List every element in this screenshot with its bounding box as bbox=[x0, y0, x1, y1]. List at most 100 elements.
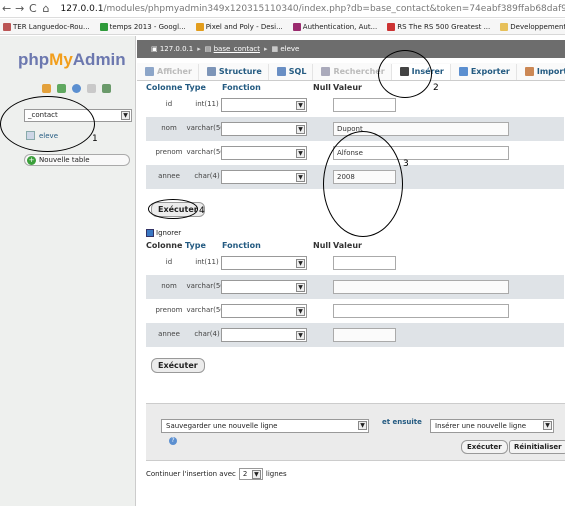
field-row-annee: annee char(4) ▼ bbox=[146, 323, 564, 347]
reload-icon[interactable]: C bbox=[26, 2, 39, 15]
function-select[interactable]: ▼ bbox=[221, 98, 307, 112]
bookmark-label: RS The RS 500 Greatest ... bbox=[397, 22, 491, 31]
chevron-down-icon: ▼ bbox=[358, 421, 367, 430]
header-type: Type bbox=[185, 83, 206, 92]
bookmark-item[interactable]: Developpement bbox=[497, 22, 565, 31]
structure-icon bbox=[206, 67, 216, 76]
address-bar[interactable]: 127.0.0.1/modules/phpmyadmin349x12031511… bbox=[61, 4, 565, 14]
function-select[interactable]: ▼ bbox=[221, 170, 307, 184]
annotation-circle-execute bbox=[148, 199, 198, 219]
chevron-down-icon: ▼ bbox=[251, 470, 261, 479]
docs-icon[interactable] bbox=[87, 84, 96, 93]
phpmyadmin-logo[interactable]: phpMyAdmin bbox=[18, 50, 126, 70]
tab-afficher[interactable]: Afficher bbox=[137, 63, 199, 80]
execute-all-button[interactable]: Exécuter bbox=[461, 440, 508, 454]
value-input-nom[interactable] bbox=[333, 280, 509, 294]
server-crumb[interactable]: ▣ 127.0.0.1 bbox=[151, 45, 193, 53]
field-row-id: id int(11) ▼ bbox=[146, 93, 564, 117]
sidebar-icons bbox=[42, 84, 111, 93]
chevron-down-icon: ▼ bbox=[296, 101, 305, 110]
chevron-down-icon: ▼ bbox=[296, 307, 305, 316]
row-count-select[interactable]: 2 ▼ bbox=[238, 468, 263, 480]
annotation-circle-insert-tab bbox=[378, 50, 432, 98]
insert-form-header-2: Colonne Type Fonction Null Valeur bbox=[146, 241, 365, 251]
bookmarks-bar: TER Languedoc-Rou... temps 2013 - Googl..… bbox=[0, 19, 565, 35]
bookmark-item[interactable]: Authentication, Aut... bbox=[290, 22, 378, 31]
then-label: et ensuite bbox=[382, 418, 422, 426]
bookmark-icon bbox=[387, 22, 396, 31]
execute-button-2[interactable]: Exécuter bbox=[151, 358, 205, 373]
back-icon[interactable]: ← bbox=[0, 2, 13, 15]
column-name: prenom bbox=[155, 148, 183, 156]
column-name: id bbox=[165, 258, 173, 266]
continue-suffix: lignes bbox=[265, 470, 287, 478]
save-mode-select[interactable]: Sauvegarder une nouvelle ligne ▼ bbox=[161, 419, 369, 433]
function-select[interactable]: ▼ bbox=[221, 146, 307, 160]
sql-icon bbox=[276, 67, 286, 76]
after-insert-value: Insérer une nouvelle ligne bbox=[435, 422, 527, 430]
tab-label: Exporter bbox=[470, 67, 510, 76]
field-row-id: id int(11) ▼ bbox=[146, 251, 564, 275]
home-icon[interactable] bbox=[42, 84, 51, 93]
ignore-checkbox[interactable] bbox=[146, 229, 154, 237]
bookmark-label: Authentication, Aut... bbox=[302, 22, 378, 31]
reset-button[interactable]: Réinitialiser bbox=[509, 440, 565, 454]
import-icon bbox=[524, 67, 534, 76]
tab-structure[interactable]: Structure bbox=[199, 63, 269, 80]
help-icon[interactable] bbox=[72, 84, 81, 93]
header-valeur: Valeur bbox=[333, 241, 362, 250]
function-select[interactable]: ▼ bbox=[221, 122, 307, 136]
bookmark-item[interactable]: temps 2013 - Googl... bbox=[97, 22, 186, 31]
settings-icon[interactable] bbox=[102, 84, 111, 93]
database-crumb[interactable]: ▤ base_contact bbox=[205, 45, 260, 53]
breadcrumb-separator: ▸ bbox=[197, 45, 201, 53]
bookmark-icon bbox=[3, 22, 11, 31]
browser-toolbar: ← → C ⌂ 127.0.0.1/modules/phpmyadmin349x… bbox=[0, 0, 565, 18]
insert-form-header: Colonne Type Fonction Null Valeur bbox=[146, 83, 365, 93]
function-select[interactable]: ▼ bbox=[221, 280, 307, 294]
main-content: ▣ 127.0.0.1 ▸ ▤ base_contact ▸ ▦ eleve A… bbox=[137, 36, 565, 506]
bookmark-item[interactable]: Pixel and Poly - Desi... bbox=[193, 22, 283, 31]
tab-label: Importer bbox=[536, 67, 565, 76]
function-select[interactable]: ▼ bbox=[221, 328, 307, 342]
value-input-id[interactable] bbox=[333, 256, 396, 270]
header-null: Null bbox=[313, 83, 331, 92]
header-colonne: Colonne bbox=[146, 241, 183, 250]
chevron-down-icon: ▼ bbox=[296, 331, 305, 340]
header-fonction: Fonction bbox=[222, 83, 261, 92]
column-name: prenom bbox=[155, 306, 183, 314]
help-icon[interactable]: ? bbox=[169, 437, 177, 445]
tab-label: Rechercher bbox=[333, 67, 385, 76]
chevron-down-icon: ▼ bbox=[121, 111, 130, 120]
url-host: 127.0.0.1 bbox=[60, 3, 104, 14]
chevron-down-icon: ▼ bbox=[296, 173, 305, 182]
bookmark-item[interactable]: RS The RS 500 Greatest ... bbox=[384, 22, 491, 31]
table-crumb[interactable]: ▦ eleve bbox=[272, 45, 300, 53]
continue-prefix: Continuer l'insertion avec bbox=[146, 470, 236, 478]
tab-importer[interactable]: Importer bbox=[517, 64, 565, 80]
after-insert-select[interactable]: Insérer une nouvelle ligne ▼ bbox=[430, 419, 554, 433]
header-fonction: Fonction bbox=[222, 241, 261, 250]
function-select[interactable]: ▼ bbox=[221, 304, 307, 318]
forward-icon[interactable]: → bbox=[13, 2, 26, 15]
tab-sql[interactable]: SQL bbox=[269, 63, 314, 80]
logout-icon[interactable] bbox=[57, 84, 66, 93]
annotation-label-1: 1 bbox=[92, 134, 98, 144]
url-path: /modules/phpmyadmin349x120315110340/inde… bbox=[103, 3, 565, 14]
browse-icon bbox=[145, 67, 154, 76]
home-icon[interactable]: ⌂ bbox=[39, 2, 52, 15]
bookmark-item[interactable]: TER Languedoc-Rou... bbox=[0, 22, 90, 31]
row-count-value: 2 bbox=[242, 470, 248, 478]
header-valeur: Valeur bbox=[333, 83, 362, 92]
annotation-label-3: 3 bbox=[403, 159, 409, 169]
column-name: annee bbox=[158, 172, 180, 180]
value-input-id[interactable] bbox=[333, 98, 396, 112]
annotation-label-4: 4 bbox=[199, 206, 205, 216]
new-table-button[interactable]: + Nouvelle table bbox=[24, 154, 130, 166]
export-icon bbox=[458, 67, 468, 76]
tab-exporter[interactable]: Exporter bbox=[451, 63, 517, 80]
field-row-nom: nom varchar(50) ▼ bbox=[146, 275, 564, 299]
function-select[interactable]: ▼ bbox=[221, 256, 307, 270]
value-input-annee[interactable] bbox=[333, 328, 396, 342]
value-input-prenom[interactable] bbox=[333, 304, 509, 318]
